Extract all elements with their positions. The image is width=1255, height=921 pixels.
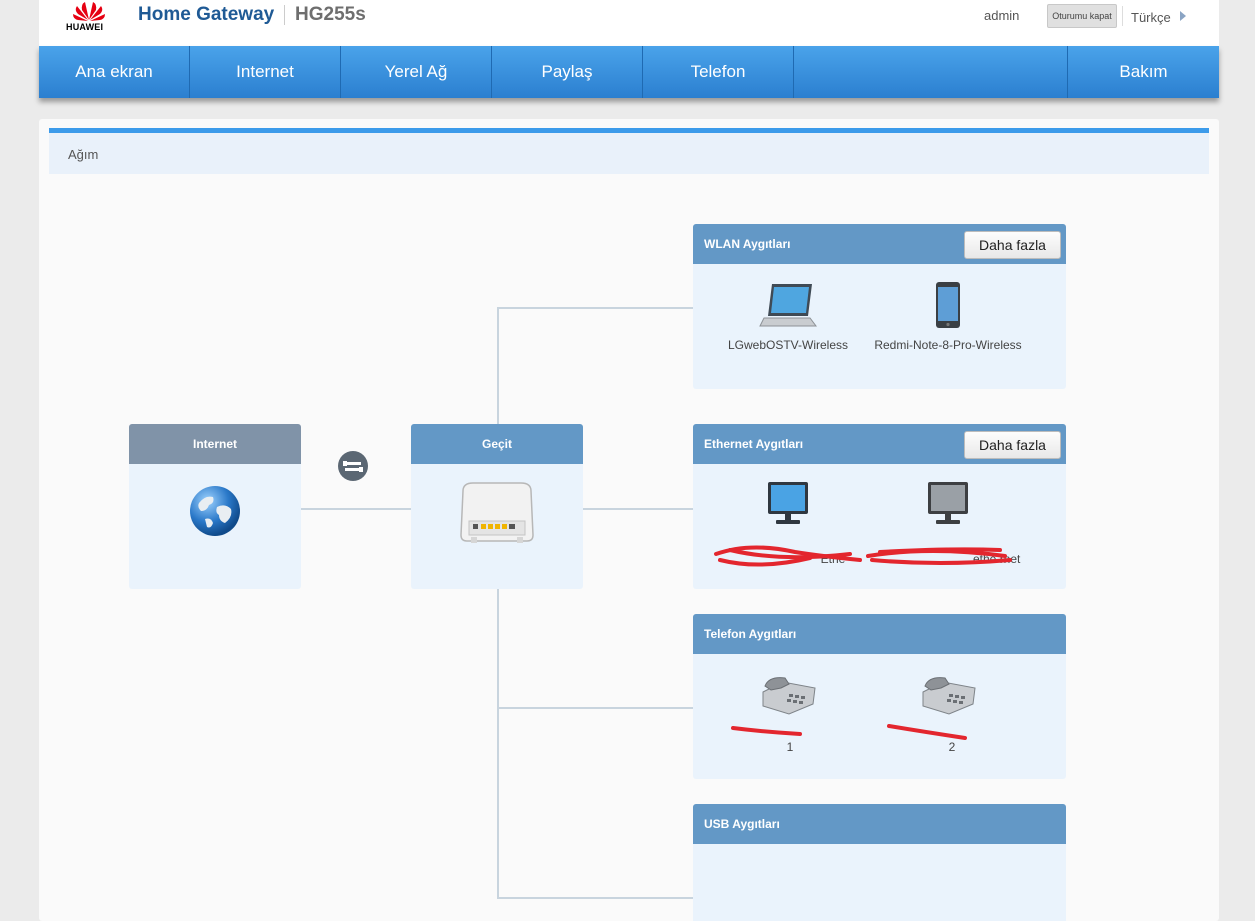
header: HUAWEI Home Gateway HG255s admin Oturumu… [39,0,1219,46]
telephone-icon [762,677,816,715]
wlan-more-button[interactable]: Daha fazla [964,231,1061,259]
monitor-icon [928,482,968,524]
internet-box-title: Internet [129,424,301,464]
main-nav: Ana ekran Internet Yerel Ağ Paylaş Telef… [39,46,1219,98]
wlan-device-label: Redmi-Note-8-Pro-Wireless [874,338,1022,352]
ethernet-device[interactable]: ethe rnet [853,480,1043,567]
router-icon [460,482,534,543]
internet-box[interactable]: Internet [129,424,301,589]
wlan-devices-box: WLAN Aygıtları Daha fazla LGwebOSTV-Wire… [693,224,1066,389]
ethernet-more-button[interactable]: Daha fazla [964,431,1061,459]
language-selector[interactable]: Türkçe [1131,10,1171,25]
gateway-wlan-link [497,307,693,309]
wlan-device[interactable]: Redmi-Note-8-Pro-Wireless [853,280,1043,352]
gateway-box-title: Geçit [411,424,583,464]
nav-phone[interactable]: Telefon [643,46,794,98]
gateway-box[interactable]: Geçit [411,424,583,589]
gateway-phone-link [497,707,693,709]
language-arrow-icon[interactable] [1180,11,1186,21]
ethernet-device-label: ethe rnet [973,552,1021,566]
product-title: Home Gateway [138,4,275,25]
nav-home[interactable]: Ana ekran [39,46,190,98]
laptop-icon [759,284,817,327]
nav-maintenance[interactable]: Bakım [1067,46,1219,98]
gateway-usb-link [497,897,693,899]
breadcrumb-label: Ağım [68,147,99,162]
phone-icon [936,282,960,328]
phone-box-title: Telefon Aygıtları [693,614,1066,654]
logout-button[interactable]: Oturumu kapat [1047,4,1117,28]
user-name: admin [984,8,1020,23]
nav-local-network[interactable]: Yerel Ağ [341,46,492,98]
internet-gateway-link [299,508,411,510]
header-divider [284,5,285,25]
language-divider [1122,6,1123,26]
phone-device-label: 2 [948,740,956,754]
gateway-up-trunk [497,307,499,424]
breadcrumb: Ağım [49,133,1209,174]
ethernet-devices-box: Ethernet Aygıtları Daha fazla Ethe ethe … [693,424,1066,589]
phone-device[interactable]: 2 [853,674,1043,754]
nav-share[interactable]: Paylaş [492,46,643,98]
link-status-icon[interactable] [337,450,369,482]
phone-devices-box: Telefon Aygıtları 1 2 [693,614,1066,779]
gateway-ethernet-link [581,508,693,510]
model-name: HG255s [295,4,366,25]
globe-icon [190,486,240,536]
monitor-icon [768,482,808,524]
gateway-down-trunk [497,588,499,899]
nav-internet[interactable]: Internet [190,46,341,98]
brand-name: HUAWEI [66,22,104,32]
telephone-icon [922,677,976,715]
usb-devices-box: USB Aygıtları [693,804,1066,921]
usb-box-title: USB Aygıtları [693,804,1066,844]
